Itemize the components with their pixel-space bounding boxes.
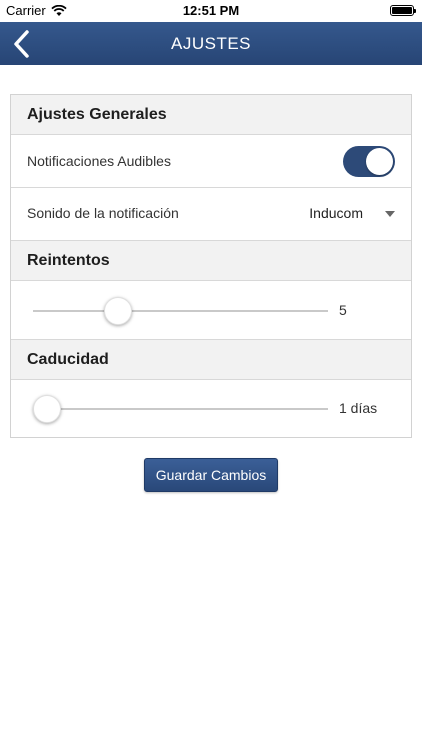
section-header-general: Ajustes Generales [11, 95, 411, 135]
notification-sound-row: Sonido de la notificación Inducom [11, 188, 411, 241]
expiry-value: 1 días [339, 400, 378, 416]
save-changes-button[interactable]: Guardar Cambios [144, 458, 278, 492]
expiry-slider-thumb[interactable] [33, 395, 61, 423]
settings-card: Ajustes Generales Notificaciones Audible… [10, 94, 412, 438]
retries-value: 5 [339, 302, 347, 318]
toggle-knob [366, 148, 393, 175]
retries-slider-row: 5 [11, 281, 411, 340]
notification-sound-select[interactable]: Inducom [309, 205, 363, 221]
battery-icon [390, 5, 416, 16]
section-title-retries: Reintentos [27, 252, 110, 269]
section-header-expiry: Caducidad [11, 340, 411, 380]
retries-slider-track[interactable] [33, 310, 328, 312]
audible-notifications-label: Notificaciones Audibles [27, 153, 171, 169]
audible-notifications-row: Notificaciones Audibles [11, 135, 411, 188]
audible-notifications-toggle[interactable] [343, 146, 395, 177]
retries-slider-thumb[interactable] [103, 297, 132, 325]
section-header-retries: Reintentos [11, 241, 411, 281]
notification-sound-label: Sonido de la notificación [27, 205, 179, 221]
section-title-general: Ajustes Generales [27, 106, 167, 123]
expiry-slider-track[interactable] [33, 408, 328, 410]
expiry-slider-row: 1 días [11, 380, 411, 437]
page-title: AJUSTES [170, 34, 252, 53]
status-bar: Carrier 12:51 PM [0, 0, 422, 22]
status-time: 12:51 PM [182, 3, 240, 18]
dropdown-caret-icon[interactable] [385, 211, 395, 217]
section-title-expiry: Caducidad [27, 351, 109, 368]
nav-bar: AJUSTES [0, 22, 422, 65]
